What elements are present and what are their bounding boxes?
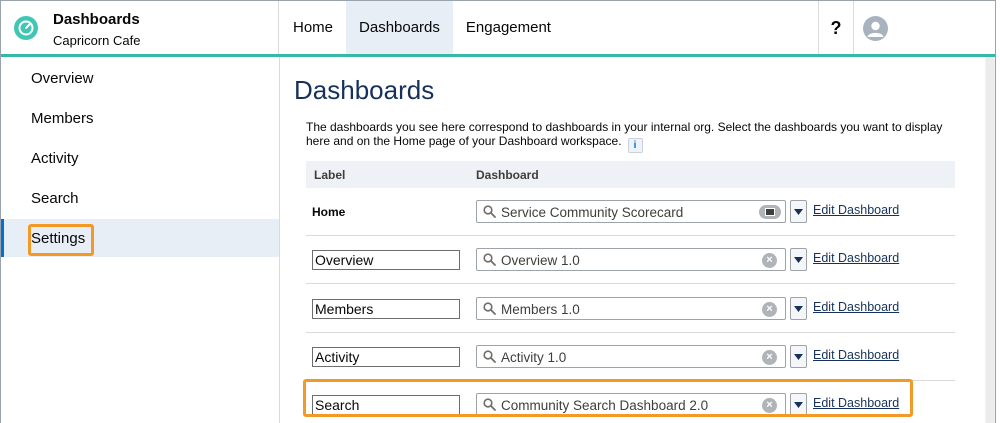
edit-dashboard-link[interactable]: Edit Dashboard: [813, 300, 899, 314]
chevron-down-icon: [794, 306, 803, 312]
dashboard-value: Service Community Scorecard: [501, 205, 684, 220]
column-header-dashboard: Dashboard: [476, 168, 539, 182]
dashboard-value: Activity 1.0: [501, 350, 567, 365]
info-icon[interactable]: i: [627, 138, 643, 153]
top-nav: Home Dashboards Engagement: [280, 1, 564, 54]
dashboard-dropdown-button[interactable]: [790, 248, 807, 271]
sidebar-item-overview[interactable]: Overview: [1, 59, 279, 97]
chevron-down-icon: [794, 257, 803, 263]
contact-card-icon[interactable]: [759, 205, 781, 219]
clear-icon[interactable]: ×: [762, 350, 777, 365]
app-window: Dashboards Capricorn Cafe Home Dashboard…: [0, 0, 996, 423]
table-row: Activity 1.0 × Edit Dashboard: [306, 333, 955, 381]
dashboard-lookup-home[interactable]: Service Community Scorecard: [476, 200, 786, 223]
edit-dashboard-link[interactable]: Edit Dashboard: [813, 348, 899, 362]
search-icon: [483, 205, 496, 218]
search-icon: [483, 302, 496, 315]
dashboard-lookup-activity[interactable]: Activity 1.0 ×: [476, 345, 786, 368]
tab-engagement[interactable]: Engagement: [453, 1, 564, 54]
sidebar-item-activity[interactable]: Activity: [1, 139, 279, 177]
page-description: The dashboards you see here correspond t…: [306, 120, 966, 153]
table-row: Home Service Community Scorecard Edit Da…: [306, 188, 955, 236]
main-content: Dashboards The dashboards you see here c…: [281, 57, 995, 423]
top-header: Dashboards Capricorn Cafe Home Dashboard…: [1, 1, 995, 57]
search-row-highlight: [303, 379, 913, 417]
vertical-scrollbar[interactable]: [985, 57, 995, 423]
dashboard-dropdown-button[interactable]: [790, 297, 807, 320]
page-title: Dashboards: [294, 75, 435, 105]
dashboard-dropdown-button[interactable]: [790, 200, 807, 223]
table-row: Members 1.0 × Edit Dashboard: [306, 285, 955, 333]
app-title: Dashboards: [53, 11, 140, 28]
tab-dashboards[interactable]: Dashboards: [346, 1, 453, 54]
dashboard-value: Members 1.0: [501, 302, 580, 317]
settings-highlight: [28, 224, 94, 256]
edit-dashboard-link[interactable]: Edit Dashboard: [813, 203, 899, 217]
column-header-label: Label: [314, 168, 346, 182]
clear-icon[interactable]: ×: [762, 253, 777, 268]
chevron-down-icon: [794, 209, 803, 215]
label-input-overview[interactable]: [312, 250, 460, 270]
sidebar-item-search[interactable]: Search: [1, 179, 279, 217]
label-input-members[interactable]: [312, 299, 460, 319]
scrollbar-thumb[interactable]: [986, 57, 994, 423]
brand-area: Dashboards Capricorn Cafe: [1, 1, 279, 54]
dashboard-gauge-icon: [14, 16, 38, 40]
user-avatar-icon[interactable]: [863, 16, 888, 41]
table-header: Label Dashboard: [306, 161, 955, 188]
label-input-activity[interactable]: [312, 347, 460, 367]
dashboard-dropdown-button[interactable]: [790, 345, 807, 368]
search-icon: [483, 350, 496, 363]
help-button[interactable]: ?: [818, 1, 854, 54]
sidebar-item-settings[interactable]: Settings: [1, 219, 279, 257]
dashboard-lookup-overview[interactable]: Overview 1.0 ×: [476, 248, 786, 271]
edit-dashboard-link[interactable]: Edit Dashboard: [813, 251, 899, 265]
dashboard-value: Overview 1.0: [501, 253, 580, 268]
description-text: The dashboards you see here correspond t…: [306, 120, 943, 148]
table-row: Overview 1.0 × Edit Dashboard: [306, 236, 955, 284]
dashboard-lookup-members[interactable]: Members 1.0 ×: [476, 297, 786, 320]
tab-home[interactable]: Home: [280, 1, 346, 54]
window-edge: [996, 0, 1000, 423]
search-icon: [483, 253, 496, 266]
sidebar: Overview Members Activity Search Setting…: [1, 57, 280, 423]
row-label-home: Home: [312, 205, 346, 219]
clear-icon[interactable]: ×: [762, 302, 777, 317]
workspace-name: Capricorn Cafe: [53, 33, 141, 48]
sidebar-item-members[interactable]: Members: [1, 99, 279, 137]
chevron-down-icon: [794, 354, 803, 360]
